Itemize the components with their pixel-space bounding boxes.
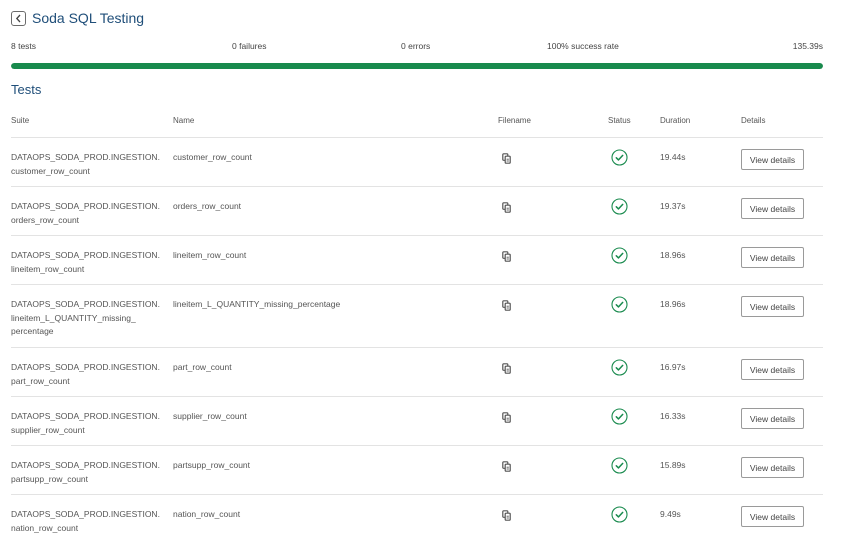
file-copy-icon[interactable] [502,461,511,472]
view-details-button[interactable]: View details [741,149,804,170]
test-duration: 15.89s [660,460,686,470]
table-row: DATAOPS_SODA_PROD.INGESTION. lineitem_ro… [11,235,823,284]
suite-cell: DATAOPS_SODA_PROD.INGESTION. lineitem_ro… [11,249,171,276]
table-row: DATAOPS_SODA_PROD.INGESTION. nation_row_… [11,494,823,543]
status-passed-icon [611,149,628,166]
suite-name: customer_row_count [11,165,90,176]
tests-table: DATAOPS_SODA_PROD.INGESTION. customer_ro… [11,137,823,543]
view-details-button[interactable]: View details [741,457,804,478]
suite-cell: DATAOPS_SODA_PROD.INGESTION. lineitem_L_… [11,298,171,339]
success-progress-fill [11,63,823,69]
suite-prefix: DATAOPS_SODA_PROD.INGESTION. [11,411,160,421]
back-button[interactable] [11,10,26,26]
file-copy-icon[interactable] [502,251,511,262]
column-header-name: Name [173,116,195,125]
suite-cell: DATAOPS_SODA_PROD.INGESTION. orders_row_… [11,200,171,227]
status-passed-icon [611,408,628,425]
tests-count: 8 tests [11,41,37,51]
table-row: DATAOPS_SODA_PROD.INGESTION. customer_ro… [11,137,823,186]
suite-prefix: DATAOPS_SODA_PROD.INGESTION. [11,152,160,162]
column-header-duration: Duration [660,116,691,125]
suite-prefix: DATAOPS_SODA_PROD.INGESTION. [11,509,160,519]
page-header: Soda SQL Testing [11,10,144,26]
suite-prefix: DATAOPS_SODA_PROD.INGESTION. [11,299,160,309]
table-row: DATAOPS_SODA_PROD.INGESTION. supplier_ro… [11,396,823,445]
test-name: supplier_row_count [173,411,247,421]
suite-prefix: DATAOPS_SODA_PROD.INGESTION. [11,250,160,260]
column-header-status: Status [608,116,631,125]
total-duration: 135.39s [792,41,823,51]
suite-name: lineitem_row_count [11,263,85,274]
test-name: lineitem_L_QUANTITY_missing_percentage [173,299,341,309]
file-copy-icon[interactable] [502,153,511,164]
test-duration: 9.49s [660,509,681,519]
test-name: lineitem_row_count [173,250,247,260]
view-details-button[interactable]: View details [741,359,804,380]
suite-cell: DATAOPS_SODA_PROD.INGESTION. customer_ro… [11,151,171,178]
status-passed-icon [611,247,628,264]
status-passed-icon [611,296,628,313]
view-details-button[interactable]: View details [741,296,804,317]
test-duration: 19.37s [660,201,686,211]
suite-name: lineitem_L_QUANTITY_missing_ [11,312,136,323]
suite-name: partsupp_row_count [11,473,89,484]
success-rate: 100% success rate [547,41,619,51]
table-row: DATAOPS_SODA_PROD.INGESTION. orders_row_… [11,186,823,235]
test-duration: 16.97s [660,362,686,372]
file-copy-icon[interactable] [502,202,511,213]
test-duration: 18.96s [660,250,686,260]
test-summary: 8 tests 0 failures 0 errors 100% success… [11,41,823,53]
suite-name: part_row_count [11,375,70,386]
status-passed-icon [611,359,628,376]
suite-name: supplier_row_count [11,424,85,435]
status-passed-icon [611,457,628,474]
view-details-button[interactable]: View details [741,408,804,429]
test-duration: 16.33s [660,411,686,421]
column-header-details: Details [741,116,766,125]
test-duration: 19.44s [660,152,686,162]
test-name: partsupp_row_count [173,460,251,470]
status-passed-icon [611,198,628,215]
errors-count: 0 errors [401,41,431,51]
file-copy-icon[interactable] [502,510,511,521]
table-row: DATAOPS_SODA_PROD.INGESTION. lineitem_L_… [11,284,823,347]
page-title: Soda SQL Testing [32,10,145,26]
file-copy-icon[interactable] [502,300,511,311]
tests-section-title: Tests [11,82,42,97]
test-name: customer_row_count [173,152,252,162]
test-name: nation_row_count [173,509,241,519]
suite-prefix: DATAOPS_SODA_PROD.INGESTION. [11,201,160,211]
status-passed-icon [611,506,628,523]
suite-cell: DATAOPS_SODA_PROD.INGESTION. supplier_ro… [11,410,171,437]
suite-cell: DATAOPS_SODA_PROD.INGESTION. part_row_co… [11,361,171,388]
failures-count: 0 failures [232,41,267,51]
table-row: DATAOPS_SODA_PROD.INGESTION. partsupp_ro… [11,445,823,494]
view-details-button[interactable]: View details [741,506,804,527]
column-header-filename: Filename [498,116,531,125]
chevron-left-icon [15,14,21,22]
suite-prefix: DATAOPS_SODA_PROD.INGESTION. [11,362,160,372]
test-name: part_row_count [173,362,232,372]
success-progress-bar [11,63,823,69]
suite-prefix: DATAOPS_SODA_PROD.INGESTION. [11,460,160,470]
view-details-button[interactable]: View details [741,247,804,268]
suite-name-cont: percentage [11,326,54,336]
table-row: DATAOPS_SODA_PROD.INGESTION. part_row_co… [11,347,823,396]
column-header-suite: Suite [11,116,30,125]
view-details-button[interactable]: View details [741,198,804,219]
suite-cell: DATAOPS_SODA_PROD.INGESTION. nation_row_… [11,508,171,535]
test-name: orders_row_count [173,201,242,211]
file-copy-icon[interactable] [502,412,511,423]
suite-cell: DATAOPS_SODA_PROD.INGESTION. partsupp_ro… [11,459,171,486]
file-copy-icon[interactable] [502,363,511,374]
test-duration: 18.96s [660,299,686,309]
suite-name: orders_row_count [11,214,80,225]
